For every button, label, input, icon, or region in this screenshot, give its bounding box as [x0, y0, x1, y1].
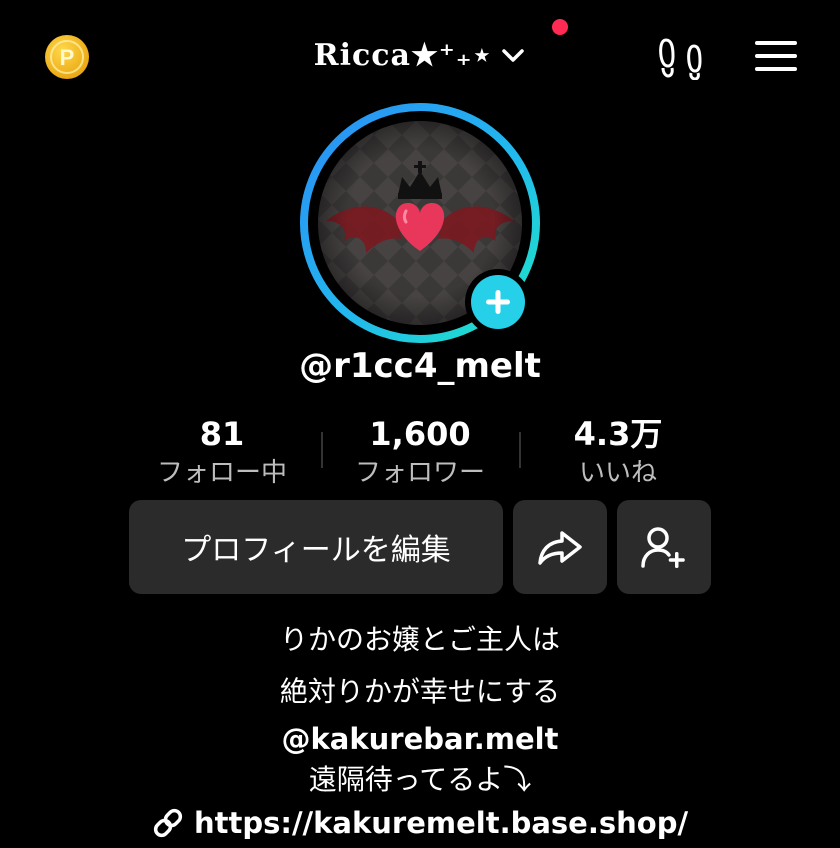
- notification-dot: [552, 19, 568, 35]
- link-icon: [153, 808, 183, 838]
- bio-line-3: 遠隔待ってるよ⤵︎: [308, 763, 532, 796]
- username: @r1cc4_melt: [299, 346, 541, 386]
- add-user-icon: [641, 527, 685, 568]
- likes-count: 4.3万: [573, 415, 663, 453]
- chevron-down-icon: [502, 49, 525, 62]
- display-name: Ricca★⁺₊⋆: [313, 37, 493, 73]
- footprints-icon[interactable]: [658, 36, 704, 81]
- likes-label: いいね: [578, 458, 657, 488]
- plus-icon: [486, 290, 510, 314]
- share-profile-button[interactable]: [513, 500, 607, 594]
- bio-line-2: 絶対りかが幸せにする: [279, 675, 561, 708]
- bio-mention-link[interactable]: @kakurebar.melt: [0, 722, 840, 756]
- followers-count: 1,600: [369, 415, 471, 453]
- following-label: フォロー中: [156, 458, 287, 488]
- followers-stat[interactable]: 1,600 フォロワー: [320, 412, 520, 490]
- add-friend-button[interactable]: [617, 500, 711, 594]
- hamburger-menu-icon[interactable]: [753, 38, 799, 74]
- edit-profile-button[interactable]: プロフィールを編集: [129, 500, 503, 594]
- edit-profile-label: プロフィールを編集: [181, 533, 451, 568]
- following-stat[interactable]: 81 フォロー中: [122, 412, 322, 490]
- likes-stat[interactable]: 4.3万 いいね: [518, 412, 718, 490]
- profile-link[interactable]: https://kakuremelt.base.shop/: [0, 806, 840, 840]
- profile-link-url: https://kakuremelt.base.shop/: [193, 806, 689, 840]
- following-count: 81: [199, 415, 245, 453]
- add-story-button[interactable]: [465, 269, 531, 335]
- bio-line-1: りかのお嬢とご主人は: [279, 623, 560, 656]
- share-arrow-icon: [538, 531, 582, 565]
- followers-label: フォロワー: [354, 458, 485, 488]
- account-switcher[interactable]: Ricca★⁺₊⋆: [0, 30, 840, 80]
